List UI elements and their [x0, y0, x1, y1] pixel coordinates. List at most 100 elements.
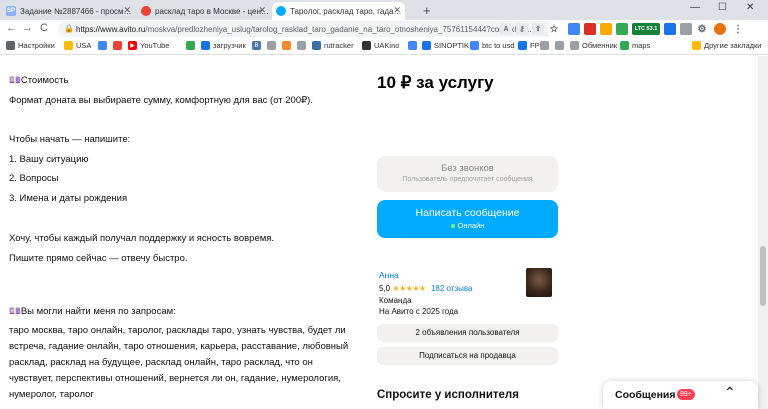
new-tab-button[interactable]: + [423, 3, 431, 18]
bookmark-rutracker[interactable]: rutracker [312, 41, 354, 50]
bookmark-ext-a[interactable] [267, 41, 279, 50]
scrollbar-thumb[interactable] [760, 246, 766, 306]
google-icon [98, 41, 107, 50]
wish-text: Хочу, чтобы каждый получал поддержку и я… [9, 233, 275, 244]
exchange-icon [570, 41, 579, 50]
bookmark-label: SINOPTIK [434, 41, 470, 50]
tab-title: Таролог, расклад таро, гадание н [290, 6, 405, 16]
close-icon[interactable]: ✕ [123, 5, 131, 16]
tab-search-results[interactable]: расклад таро в Москве - цены и ✕ [137, 2, 270, 20]
bookmark-google[interactable] [98, 41, 110, 50]
youtube-icon: ▶ [128, 41, 137, 50]
tab-avito-listing[interactable]: Таролог, расклад таро, гадание н ✕ [272, 2, 405, 20]
start-heading: Чтобы начать — напишите: [9, 134, 131, 145]
folder-icon [64, 41, 73, 50]
share-icon[interactable]: ⇪ [532, 23, 544, 35]
ext-1-icon[interactable] [568, 23, 580, 35]
tab-favicon: SP [6, 6, 16, 16]
weather-icon [422, 41, 431, 50]
user-listings-button[interactable]: 2 объявления пользователя [377, 324, 558, 342]
reviews-link[interactable]: 182 отзыва [431, 284, 473, 293]
bookmark-icon [540, 41, 549, 50]
profile-avatar-icon[interactable] [714, 23, 726, 35]
ext-4-icon[interactable] [616, 23, 628, 35]
url-host: https://www.avito.ru [76, 24, 146, 34]
gmail-icon [113, 41, 122, 50]
forward-button[interactable]: → [22, 22, 33, 34]
bookmark-ext-e[interactable] [540, 41, 552, 50]
bookmark-label: загрузчик [213, 41, 246, 50]
map-pin-icon [620, 41, 629, 50]
download-icon [201, 41, 210, 50]
bookmark-label: btc to usd [482, 41, 515, 50]
address-bar[interactable]: 🔒 https://www.avito.ru/moskva/predlozhen… [58, 21, 554, 37]
write-message-button[interactable]: Написать сообщение Онлайн [377, 200, 558, 238]
messages-panel[interactable]: Сообщения 99+ ⌃ [603, 381, 758, 409]
cost-text: Формат доната вы выбираете сумму, комфор… [9, 95, 313, 106]
bookmark-label: UAKino [374, 41, 400, 50]
bookmark-youtube[interactable]: ▶ YouTube [128, 41, 169, 50]
seller-name[interactable]: Анна [379, 270, 399, 280]
ltc-ext-icon[interactable]: LTC 53.1 [632, 23, 660, 35]
no-calls-sublabel: Пользователь предпочитает сообщения [402, 176, 533, 183]
reload-button[interactable]: C [40, 22, 48, 34]
rating-value: 5,0 [379, 284, 391, 293]
bookmark-maps[interactable]: maps [620, 41, 650, 50]
bookmark-usa[interactable]: USA [64, 41, 91, 50]
bookmark-vk[interactable]: B [252, 41, 264, 50]
no-calls-label: Без звонков [441, 163, 494, 174]
ext-2-icon[interactable] [584, 23, 596, 35]
ext-7-icon[interactable] [680, 23, 692, 35]
subscribe-seller-button[interactable]: Подписаться на продавца [377, 347, 558, 365]
back-button[interactable]: ← [6, 22, 17, 34]
bookmark-settings[interactable]: Настройки [6, 41, 55, 50]
bookmark-ext-f[interactable] [555, 41, 567, 50]
bookmark-label: Обменник [582, 41, 618, 50]
tab-title: Задание №2887466 - просмотр з [20, 6, 135, 16]
seller-rating: 5,0 ★★★★★ 182 отзыва [379, 284, 473, 293]
bookmark-downloader[interactable]: загрузчик [201, 41, 246, 50]
bookmarks-bar: Настройки USA ▶ YouTube загрузчик B rutra… [0, 39, 768, 55]
translate-icon[interactable]: A [500, 23, 512, 35]
fp-icon [518, 41, 527, 50]
ext-3-icon[interactable] [600, 23, 612, 35]
step-3: 3. Имена и даты рождения [9, 193, 128, 204]
key-icon[interactable]: ⚷ [516, 23, 528, 35]
bookmark-btc[interactable]: btc to usd [470, 41, 515, 50]
bookmark-ext-c[interactable] [297, 41, 309, 50]
scrollbar-track[interactable] [758, 56, 768, 409]
bookmark-icon [555, 41, 564, 50]
step-1: 1. Вашу ситуацию [9, 154, 89, 165]
browser-toolbar: ← → C 🔒 https://www.avito.ru/moskva/pred… [0, 20, 768, 39]
menu-icon[interactable]: ⋮ [732, 23, 744, 35]
bookmark-ext-b[interactable] [282, 41, 294, 50]
bookmark-icon [267, 41, 276, 50]
bookmark-drive[interactable] [186, 41, 198, 50]
google-icon [470, 41, 479, 50]
star-icon[interactable]: ☆ [548, 23, 560, 35]
messages-count-badge: 99+ [677, 389, 695, 400]
close-icon[interactable]: ✕ [393, 5, 401, 16]
lock-icon: 🔒 [64, 24, 74, 33]
bookmark-ext-d[interactable] [408, 41, 420, 50]
bookmark-gmail[interactable] [113, 41, 125, 50]
tab-favicon [141, 6, 151, 16]
folder-icon [692, 41, 701, 50]
ext-6-icon[interactable] [664, 23, 676, 35]
bookmark-fp[interactable]: FP [518, 41, 540, 50]
bookmark-sinoptik[interactable]: SINOPTIK [422, 41, 469, 50]
tab-assignment[interactable]: SP Задание №2887466 - просмотр з ✕ [2, 2, 135, 20]
queries-text: таро москва, таро онлайн, таролог, раскл… [9, 325, 349, 400]
bookmark-other[interactable]: Другие закладки [692, 41, 761, 50]
ask-heading: Спросите у исполнителя [377, 389, 519, 401]
chevron-up-icon[interactable]: ⌃ [724, 384, 736, 401]
bookmark-exchange[interactable]: Обменник [570, 41, 617, 50]
seller-avatar[interactable] [526, 268, 552, 297]
close-icon[interactable]: ✕ [258, 5, 266, 16]
minimize-button[interactable]: — [690, 2, 700, 13]
maximize-button[interactable]: ☐ [718, 2, 727, 13]
write-message-label: Написать сообщение [415, 207, 520, 219]
close-window-button[interactable]: ✕ [746, 2, 754, 13]
extensions-puzzle-icon[interactable]: ⚙ [696, 23, 708, 35]
bookmark-uakino[interactable]: UAKino [362, 41, 399, 50]
